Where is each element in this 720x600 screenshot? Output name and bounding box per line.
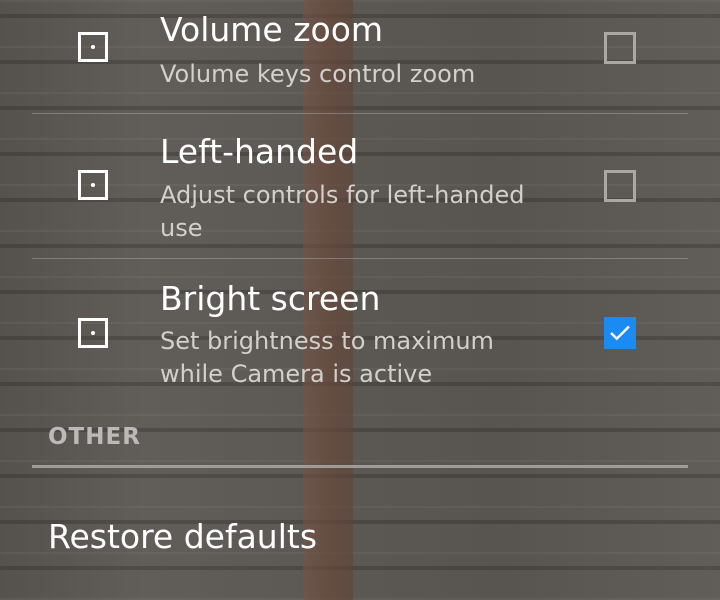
setting-summary: Set brightness to maximum while Camera i… xyxy=(160,327,494,388)
focus-square-icon xyxy=(78,170,108,200)
setting-title: Bright screen xyxy=(160,279,381,318)
focus-square-icon xyxy=(78,318,108,348)
setting-summary: Volume keys control zoom xyxy=(160,60,476,88)
setting-summary: Adjust controls for left-handed use xyxy=(160,181,525,242)
settings-panel: Volume zoom Volume keys control zoom Lef… xyxy=(0,0,720,600)
category-header-other: OTHER xyxy=(48,424,141,450)
bright-screen-checkbox[interactable] xyxy=(604,317,636,349)
category-divider xyxy=(32,465,688,468)
setting-title: Volume zoom xyxy=(160,10,384,49)
setting-title: Left-handed xyxy=(160,132,359,171)
restore-defaults-item[interactable]: Restore defaults xyxy=(0,470,720,600)
checkmark-icon xyxy=(610,325,630,341)
setting-left-handed[interactable]: Left-handed Adjust controls for left-han… xyxy=(0,114,720,258)
restore-defaults-label: Restore defaults xyxy=(48,517,318,556)
setting-volume-zoom[interactable]: Volume zoom Volume keys control zoom xyxy=(0,0,720,113)
setting-bright-screen[interactable]: Bright screen Set brightness to maximum … xyxy=(0,259,720,405)
volume-zoom-checkbox[interactable] xyxy=(604,32,636,64)
focus-square-icon xyxy=(78,32,108,62)
left-handed-checkbox[interactable] xyxy=(604,170,636,202)
